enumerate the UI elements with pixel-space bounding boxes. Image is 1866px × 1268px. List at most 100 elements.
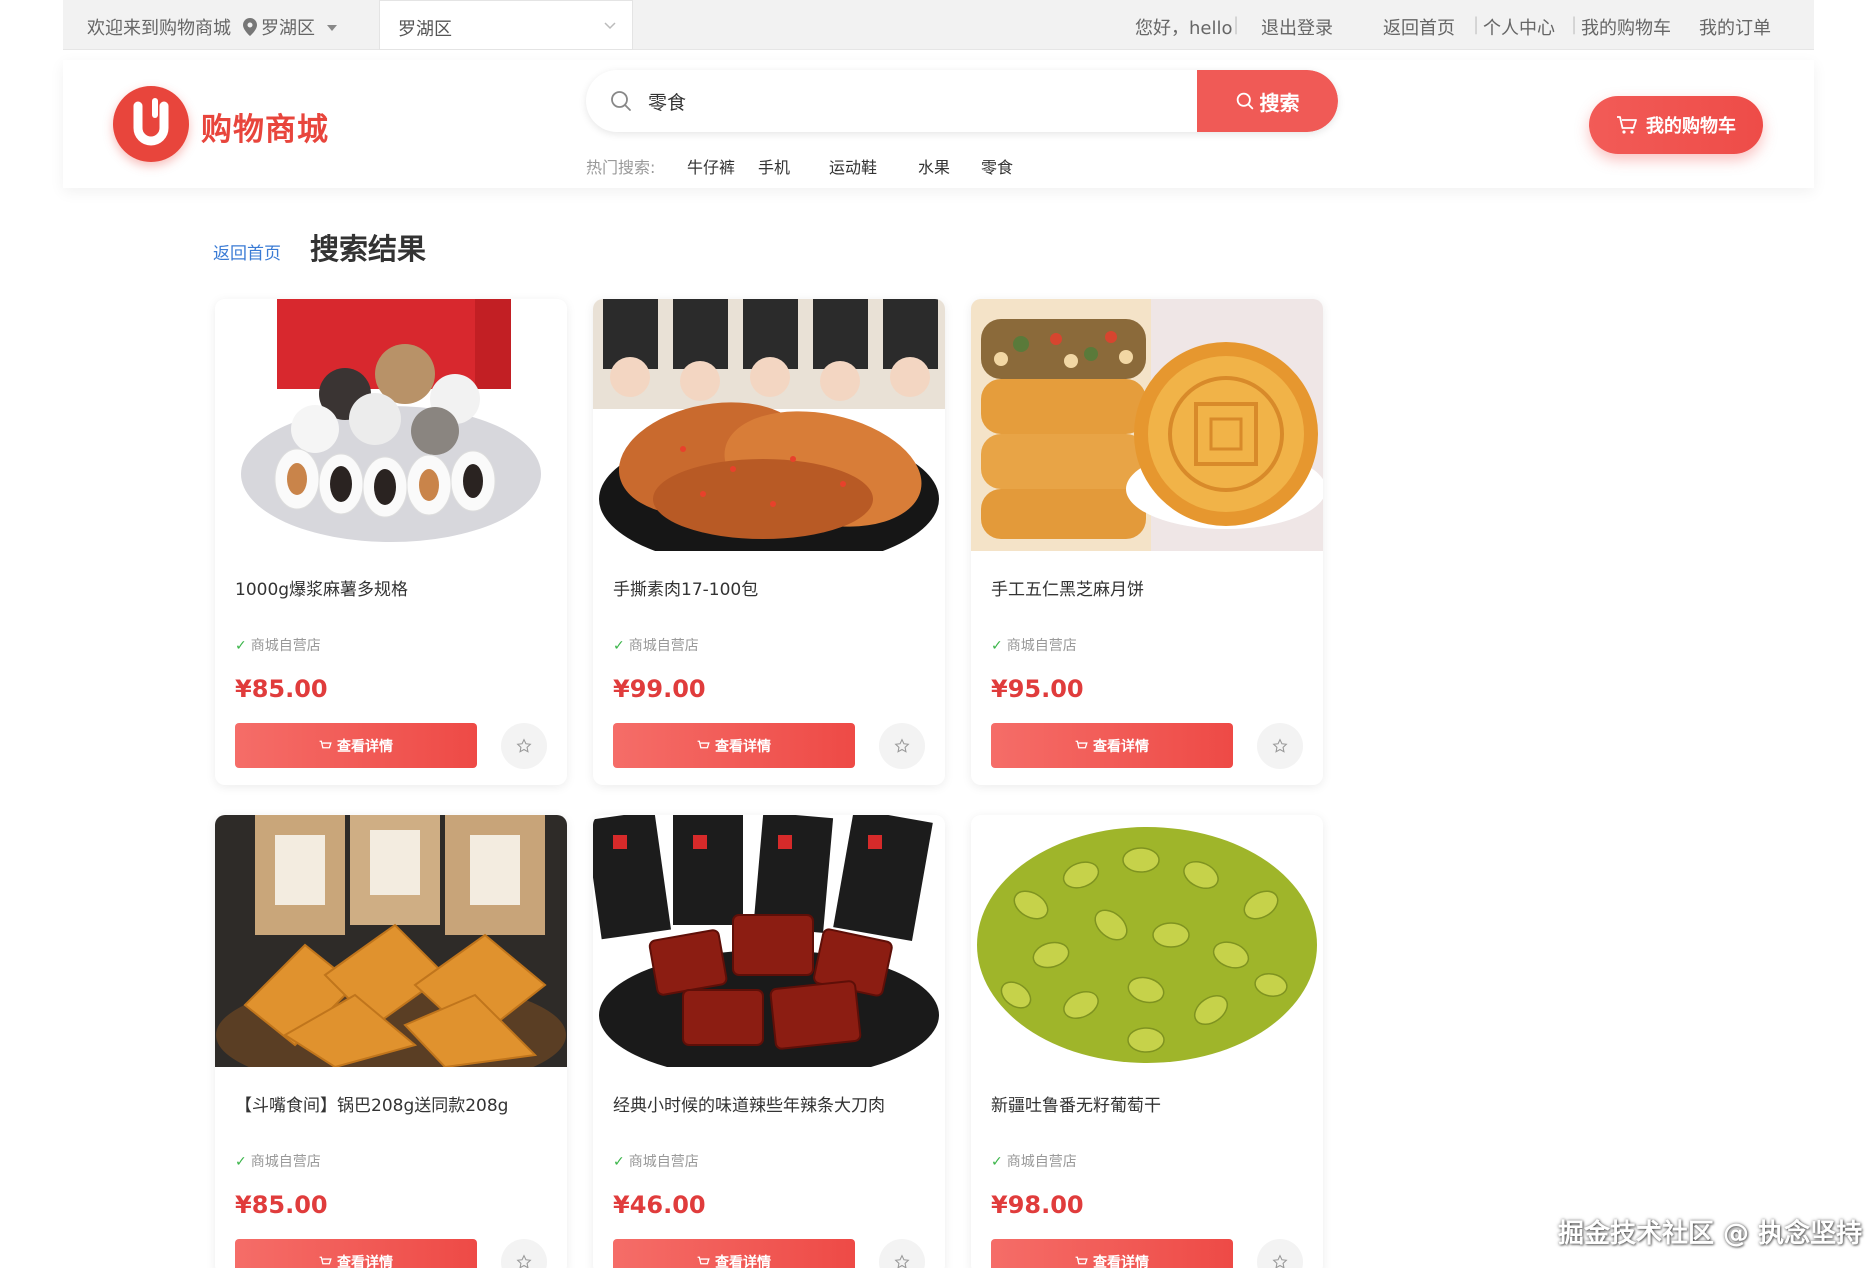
divider: | [1571, 14, 1578, 35]
top-bar: 欢迎来到购物商城 罗湖区 罗湖区 您好，hello | 退出登录 返回首页 | … [63, 0, 1814, 50]
view-details-label: 查看详情 [715, 1254, 771, 1268]
product-image-mochi[interactable] [215, 299, 567, 551]
cart-icon [319, 740, 332, 748]
shop-badge: ✓ 商城自营店 [613, 635, 699, 655]
favorite-button[interactable] [501, 723, 547, 769]
favorite-button[interactable] [501, 1239, 547, 1268]
shop-name: 商城自营店 [628, 1154, 699, 1170]
product-price: ¥98.00 [991, 1191, 1084, 1219]
view-details-label: 查看详情 [337, 1254, 393, 1268]
shopping-cart-icon [1617, 116, 1637, 134]
home-link[interactable]: 返回首页 [1383, 14, 1455, 40]
product-name[interactable]: 手撕素肉17-100包 [613, 575, 758, 600]
product-image-raisins[interactable] [971, 815, 1323, 1067]
my-cart-button-label: 我的购物车 [1646, 116, 1736, 137]
my-orders-link[interactable]: 我的订单 [1699, 14, 1771, 40]
product-name[interactable]: 1000g爆浆麻薯多规格 [235, 575, 408, 600]
view-details-button[interactable]: 查看详情 [613, 723, 855, 768]
search-bar: 搜索 [586, 70, 1338, 132]
shop-badge: ✓ 商城自营店 [613, 1151, 699, 1171]
product-card[interactable]: 新疆吐鲁番无籽葡萄干 ✓ 商城自营店 ¥98.00 查看详情 [971, 815, 1323, 1268]
star-icon [516, 1254, 532, 1268]
logo-text[interactable]: 购物商城 [201, 104, 329, 149]
product-image-guoba[interactable] [215, 815, 567, 1067]
product-price: ¥99.00 [613, 675, 706, 703]
logo-icon[interactable] [113, 86, 189, 162]
product-image-vegetarian-meat[interactable] [593, 299, 945, 551]
product-card[interactable]: 经典小时候的味道辣些年辣条大刀肉 ✓ 商城自营店 ¥46.00 查看详情 [593, 815, 945, 1268]
shop-badge: ✓ 商城自营店 [991, 1151, 1077, 1171]
my-cart-button[interactable]: 我的购物车 [1589, 96, 1763, 154]
search-icon [611, 91, 631, 111]
page-title: 搜索结果 [310, 232, 427, 266]
view-details-button[interactable]: 查看详情 [235, 723, 477, 768]
view-details-label: 查看详情 [715, 738, 771, 755]
cart-icon [1075, 1256, 1088, 1264]
product-card[interactable]: 1000g爆浆麻薯多规格 ✓ 商城自营店 ¥85.00 查看详情 [215, 299, 567, 785]
product-card[interactable]: 手撕素肉17-100包 ✓ 商城自营店 ¥99.00 查看详情 [593, 299, 945, 785]
product-name[interactable]: 手工五仁黑芝麻月饼 [991, 575, 1144, 600]
divider: | [1233, 14, 1240, 35]
star-icon [894, 1254, 910, 1268]
divider: | [1473, 14, 1480, 35]
hot-keyword[interactable]: 零食 [981, 154, 1013, 178]
product-name[interactable]: 经典小时候的味道辣些年辣条大刀肉 [613, 1091, 885, 1116]
product-image-mooncake[interactable] [971, 299, 1323, 551]
view-details-button[interactable]: 查看详情 [613, 1239, 855, 1268]
shop-name: 商城自营店 [628, 638, 699, 654]
search-input[interactable] [648, 83, 1098, 119]
view-details-button[interactable]: 查看详情 [991, 723, 1233, 768]
star-icon [894, 738, 910, 753]
product-price: ¥85.00 [235, 1191, 328, 1219]
location-select-value: 罗湖区 [398, 19, 452, 40]
hot-keyword[interactable]: 水果 [918, 154, 950, 178]
cart-icon [319, 1256, 332, 1264]
star-icon [1272, 1254, 1288, 1268]
check-icon: ✓ [613, 1154, 625, 1170]
chevron-down-icon [604, 22, 616, 30]
logout-link[interactable]: 退出登录 [1261, 14, 1333, 40]
product-name[interactable]: 新疆吐鲁番无籽葡萄干 [991, 1091, 1161, 1116]
search-button[interactable]: 搜索 [1197, 70, 1338, 132]
shop-name: 商城自营店 [1006, 638, 1077, 654]
view-details-button[interactable]: 查看详情 [991, 1239, 1233, 1268]
check-icon: ✓ [235, 638, 247, 654]
favorite-button[interactable] [1257, 723, 1303, 769]
page: 欢迎来到购物商城 罗湖区 罗湖区 您好，hello | 退出登录 返回首页 | … [0, 0, 1866, 1268]
favorite-button[interactable] [879, 1239, 925, 1268]
welcome-text: 欢迎来到购物商城 [87, 18, 231, 39]
check-icon: ✓ [991, 1154, 1003, 1170]
view-details-label: 查看详情 [1093, 1254, 1149, 1268]
hot-searches: 热门搜索: 牛仔裤 手机 运动鞋 水果 零食 [586, 154, 1013, 178]
hot-keyword[interactable]: 运动鞋 [829, 154, 877, 178]
location-select[interactable]: 罗湖区 [379, 0, 633, 50]
shop-name: 商城自营店 [250, 1154, 321, 1170]
watermark: 掘金技术社区 @ 执念坚持 [1558, 1219, 1863, 1249]
search-icon [1236, 92, 1253, 110]
location-picker[interactable]: 罗湖区 [243, 14, 337, 40]
favorite-button[interactable] [879, 723, 925, 769]
hot-keyword[interactable]: 手机 [758, 154, 790, 178]
product-card[interactable]: 【斗嘴食间】锅巴208g送同款208g ✓ 商城自营店 ¥85.00 查看详情 [215, 815, 567, 1268]
product-card[interactable]: 手工五仁黑芝麻月饼 ✓ 商城自营店 ¥95.00 查看详情 [971, 299, 1323, 785]
location-pin-icon [243, 18, 257, 36]
view-details-button[interactable]: 查看详情 [235, 1239, 477, 1268]
back-home-link[interactable]: 返回首页 [213, 239, 281, 264]
product-image-spicy-strips[interactable] [593, 815, 945, 1067]
shop-name: 商城自营店 [1006, 1154, 1077, 1170]
hot-keyword[interactable]: 牛仔裤 [687, 154, 735, 178]
view-details-label: 查看详情 [1093, 738, 1149, 755]
cart-icon [1075, 740, 1088, 748]
profile-link[interactable]: 个人中心 [1483, 14, 1555, 40]
greeting-text: 您好，hello [1135, 18, 1233, 39]
shop-badge: ✓ 商城自营店 [235, 635, 321, 655]
shop-name: 商城自营店 [250, 638, 321, 654]
cart-icon [697, 740, 710, 748]
favorite-button[interactable] [1257, 1239, 1303, 1268]
product-name[interactable]: 【斗嘴食间】锅巴208g送同款208g [235, 1091, 508, 1116]
cart-icon [697, 1256, 710, 1264]
view-details-label: 查看详情 [337, 738, 393, 755]
my-cart-link[interactable]: 我的购物车 [1581, 14, 1671, 40]
location-label: 罗湖区 [261, 18, 315, 39]
check-icon: ✓ [991, 638, 1003, 654]
